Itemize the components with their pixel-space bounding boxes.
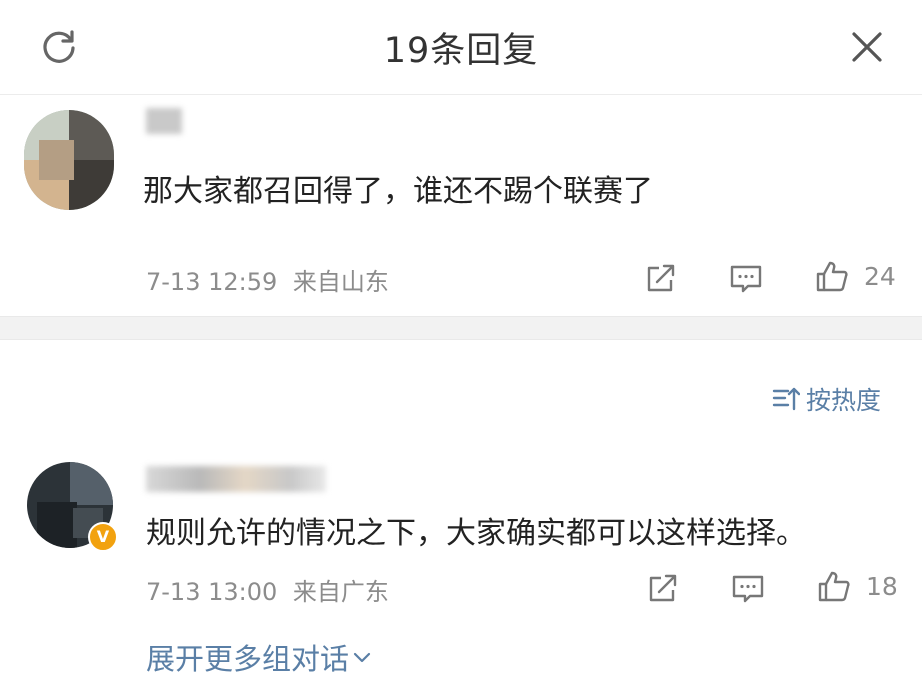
share-icon[interactable] (643, 260, 679, 296)
expand-conversation-link[interactable]: 展开更多组对话 (146, 636, 373, 678)
comment-location: 来自广东 (292, 578, 389, 606)
close-icon[interactable] (846, 26, 888, 68)
chevron-down-icon (353, 652, 371, 663)
sort-button[interactable]: 按热度 (772, 383, 881, 415)
like-count: 24 (864, 262, 896, 291)
dialog-title: 19条回复 (383, 31, 539, 71)
username-redacted[interactable] (146, 466, 326, 492)
comment-time: 7-13 13:00 (146, 578, 278, 606)
comment-time: 7-13 12:59 (146, 268, 278, 296)
comment-icon[interactable] (728, 260, 764, 296)
expand-label: 展开更多组对话 (146, 642, 350, 676)
avatar[interactable] (24, 110, 114, 210)
like-icon[interactable] (814, 258, 850, 294)
comment-text: 那大家都召回得了，谁还不踢个联赛了 (143, 174, 653, 209)
dialog-header: 19条回复 (0, 0, 922, 95)
share-icon[interactable] (645, 570, 681, 606)
sort-label: 按热度 (806, 386, 882, 415)
like-count: 18 (866, 572, 898, 601)
comment-meta: 7-13 13:00 来自广东 (146, 572, 389, 607)
username-redacted[interactable] (146, 108, 182, 134)
sort-icon (772, 387, 800, 411)
comment-meta: 7-13 12:59 来自山东 (146, 262, 389, 297)
comment-text: 规则允许的情况之下，大家确实都可以这样选择。 (146, 516, 806, 551)
verified-badge: V (88, 522, 118, 552)
section-divider (0, 316, 922, 340)
comment-location: 来自山东 (292, 268, 389, 296)
like-icon[interactable] (816, 568, 852, 604)
comment-icon[interactable] (730, 570, 766, 606)
